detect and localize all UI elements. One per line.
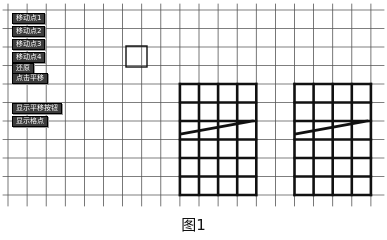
show-translate-buttons-button[interactable]: 显示平移按钮 <box>12 103 62 114</box>
figure-slanted-line <box>179 119 254 136</box>
show-grid-points-button[interactable]: 显示格点 <box>12 116 48 127</box>
translate-button[interactable]: 点击平移 <box>12 73 48 84</box>
grid-canvas <box>2 3 385 207</box>
figure-slanted-line <box>293 119 369 136</box>
move-point-3-button[interactable]: 移动点3 <box>12 39 46 50</box>
move-point-4-button[interactable]: 移动点4 <box>12 52 46 63</box>
move-point-1-button[interactable]: 移动点1 <box>12 13 46 24</box>
translated-figure <box>293 82 373 197</box>
original-figure <box>178 82 258 197</box>
move-point-2-button[interactable]: 移动点2 <box>12 26 46 37</box>
selection-square[interactable] <box>125 45 148 68</box>
figure-caption: 图1 <box>181 216 206 234</box>
